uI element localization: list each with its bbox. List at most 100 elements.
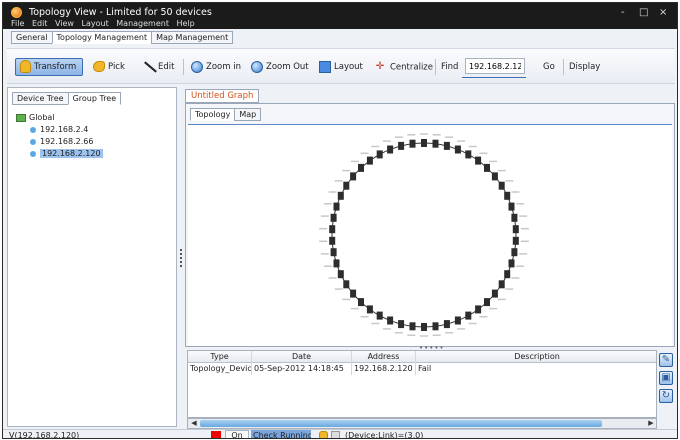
tab-topology[interactable]: Topology <box>190 108 236 121</box>
device-node[interactable] <box>350 298 364 310</box>
device-node[interactable] <box>320 248 337 257</box>
tab-general[interactable]: General <box>11 31 53 44</box>
tab-untitled-graph[interactable]: Untitled Graph <box>185 89 260 103</box>
device-node-icon[interactable] <box>511 248 518 257</box>
device-node[interactable] <box>498 280 514 290</box>
device-node-icon[interactable] <box>333 259 340 268</box>
vertical-splitter-handle[interactable] <box>179 248 183 270</box>
device-node[interactable] <box>504 270 520 279</box>
scroll-left-icon[interactable]: ◀ <box>189 419 199 428</box>
device-node[interactable] <box>511 213 528 222</box>
device-node[interactable] <box>498 180 514 190</box>
minimize-button[interactable]: - <box>621 7 625 18</box>
device-node-icon[interactable] <box>409 322 416 331</box>
device-node-icon[interactable] <box>376 311 383 320</box>
device-node-icon[interactable] <box>454 316 461 325</box>
scroll-right-icon[interactable]: ▶ <box>646 419 656 428</box>
close-button[interactable]: × <box>659 7 667 18</box>
device-node[interactable] <box>420 133 428 147</box>
device-node-icon[interactable] <box>376 150 383 159</box>
edit-note-icon[interactable]: ✎ <box>659 353 673 367</box>
status-on-button[interactable]: On <box>225 430 249 438</box>
go-button[interactable]: Go <box>543 60 555 74</box>
device-node[interactable] <box>334 280 350 290</box>
tab-map-management[interactable]: Map Management <box>151 31 234 44</box>
device-node[interactable] <box>484 298 498 310</box>
device-node-icon[interactable] <box>443 320 450 329</box>
device-node-icon[interactable] <box>465 150 472 159</box>
device-node[interactable] <box>420 323 428 337</box>
transform-button[interactable]: Transform <box>15 58 84 76</box>
device-node-icon[interactable] <box>508 202 515 211</box>
device-node[interactable] <box>323 202 340 211</box>
tree-item[interactable]: 192.168.2.4 <box>16 124 103 136</box>
device-node-icon[interactable] <box>508 259 515 268</box>
device-node-icon[interactable] <box>443 141 450 150</box>
device-node[interactable] <box>407 322 416 336</box>
device-node[interactable] <box>342 289 357 301</box>
zoom-out-button[interactable]: Zoom Out <box>251 60 309 74</box>
zoom-in-button[interactable]: Zoom in <box>191 60 241 74</box>
tab-device-tree[interactable]: Device Tree <box>12 92 69 105</box>
tree-item[interactable]: 192.168.2.66 <box>16 136 103 148</box>
device-node[interactable] <box>319 236 336 245</box>
menu-edit[interactable]: Edit <box>32 19 48 28</box>
find-input[interactable] <box>465 58 525 74</box>
header-description[interactable]: Description <box>416 351 656 363</box>
device-node[interactable] <box>350 160 364 172</box>
device-node-icon[interactable] <box>498 280 505 289</box>
tab-topology-management[interactable]: Topology Management <box>51 31 153 44</box>
device-node-icon[interactable] <box>329 225 336 234</box>
topology-canvas[interactable] <box>188 124 672 346</box>
device-node-icon[interactable] <box>432 322 439 331</box>
menu-file[interactable]: File <box>11 19 24 28</box>
tree-root[interactable]: Global <box>16 112 103 124</box>
maximize-button[interactable]: □ <box>639 7 648 18</box>
device-node[interactable] <box>504 191 520 200</box>
layout-button[interactable]: Layout <box>319 60 363 74</box>
device-node[interactable] <box>334 180 350 190</box>
device-node-icon[interactable] <box>421 323 427 331</box>
save-icon[interactable]: ▣ <box>659 371 673 385</box>
device-node[interactable] <box>394 320 405 334</box>
edit-button[interactable]: Edit <box>143 60 174 74</box>
device-node[interactable] <box>511 248 528 257</box>
device-node[interactable] <box>432 322 441 336</box>
device-node-icon[interactable] <box>330 248 337 257</box>
device-node-icon[interactable] <box>358 298 364 307</box>
device-node-icon[interactable] <box>366 156 373 165</box>
scroll-thumb[interactable] <box>200 420 602 427</box>
device-node-icon[interactable] <box>330 213 337 222</box>
device-node[interactable] <box>512 236 529 245</box>
device-node-icon[interactable] <box>454 145 461 154</box>
device-node-icon[interactable] <box>398 320 405 329</box>
device-node-icon[interactable] <box>511 213 518 222</box>
centralize-button[interactable]: ✛ Centralize <box>373 60 433 74</box>
device-node[interactable] <box>323 259 340 268</box>
device-node[interactable] <box>371 145 383 159</box>
device-node-icon[interactable] <box>366 305 373 314</box>
device-node-icon[interactable] <box>504 270 511 279</box>
device-node[interactable] <box>394 136 405 150</box>
device-node[interactable] <box>328 191 344 200</box>
device-node[interactable] <box>484 160 498 172</box>
device-node-icon[interactable] <box>343 181 350 190</box>
device-node[interactable] <box>320 213 337 222</box>
tab-map[interactable]: Map <box>234 108 262 121</box>
device-node[interactable] <box>465 311 477 325</box>
table-row[interactable]: Topology_Device 05-Sep-2012 14:18:45 192… <box>188 363 656 375</box>
device-node-icon[interactable] <box>337 191 344 200</box>
device-node[interactable] <box>371 311 383 325</box>
device-node-icon[interactable] <box>475 156 482 165</box>
device-node[interactable] <box>319 225 336 234</box>
device-node-icon[interactable] <box>504 191 511 200</box>
menu-layout[interactable]: Layout <box>82 19 109 28</box>
refresh-icon[interactable]: ↻ <box>659 389 673 403</box>
device-node[interactable] <box>491 169 506 181</box>
menu-view[interactable]: View <box>55 19 74 28</box>
device-node-icon[interactable] <box>491 172 498 181</box>
device-node-icon[interactable] <box>350 172 357 181</box>
device-node[interactable] <box>443 320 454 334</box>
device-node[interactable] <box>465 145 477 159</box>
menu-management[interactable]: Management <box>116 19 169 28</box>
